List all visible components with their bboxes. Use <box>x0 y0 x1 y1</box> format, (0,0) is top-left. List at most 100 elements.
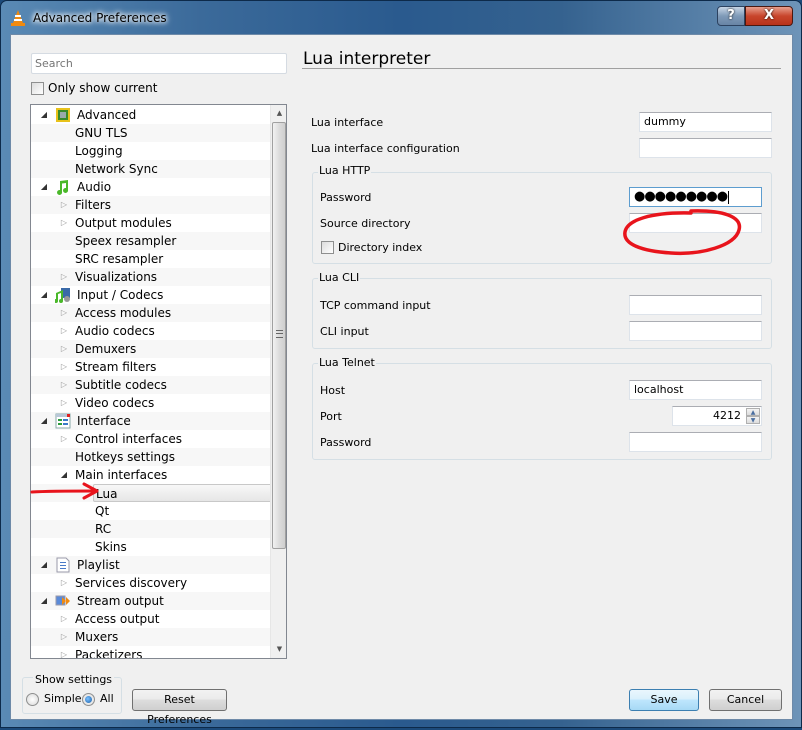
tree-item-gnu-tls[interactable]: GNU TLS <box>31 124 270 142</box>
text-caret <box>728 190 730 204</box>
telnet-port-spinbox[interactable]: 4212 ▲ ▼ <box>672 406 762 426</box>
tree-item-label: Qt <box>95 504 110 518</box>
tree-item-subtitle-codecs[interactable]: ▷ Subtitle codecs <box>31 376 270 394</box>
tree-item-filters[interactable]: ▷ Filters <box>31 196 270 214</box>
telnet-password-label: Password <box>320 436 372 449</box>
tree-item-label: Access output <box>75 612 160 626</box>
close-button[interactable]: X <box>745 6 793 26</box>
reset-preferences-button[interactable]: Reset Preferences <box>132 689 227 726</box>
tree-item-label: Hotkeys settings <box>75 450 175 464</box>
save-button[interactable]: Save <box>629 689 699 711</box>
tree-item-video-codecs[interactable]: ▷ Video codecs <box>31 394 270 412</box>
tree-item-stream-output[interactable]: ◢ Stream output <box>31 592 270 610</box>
expanded-arrow-icon[interactable]: ◢ <box>39 106 49 124</box>
collapsed-arrow-icon[interactable]: ▷ <box>59 358 69 376</box>
tree-item-label: SRC resampler <box>75 252 164 266</box>
only-show-current-checkbox[interactable] <box>31 82 44 95</box>
category-tree[interactable]: ◢ Advanced GNU TLS Logging Network Sync ◢ Audi… <box>30 104 287 659</box>
collapsed-arrow-icon[interactable]: ▷ <box>59 430 69 448</box>
tree-item-logging[interactable]: Logging <box>31 142 270 160</box>
cancel-button[interactable]: Cancel <box>709 689 782 711</box>
port-spin-buttons: ▲ ▼ <box>746 408 760 424</box>
tree-item-label: Advanced <box>77 108 137 122</box>
tree-item-interface[interactable]: ◢ Interface <box>31 412 270 430</box>
collapsed-arrow-icon[interactable]: ▷ <box>59 628 69 646</box>
collapsed-arrow-icon[interactable]: ▷ <box>59 340 69 358</box>
tree-item-input-codecs[interactable]: ◢ Input / Codecs <box>31 286 270 304</box>
collapsed-arrow-icon[interactable]: ▷ <box>59 304 69 322</box>
tree-item-label: Playlist <box>77 558 120 572</box>
tree-item-label: Interface <box>77 414 131 428</box>
tree-item-access-output[interactable]: ▷ Access output <box>31 610 270 628</box>
all-radio[interactable] <box>82 693 95 706</box>
tree-item-stream-filters[interactable]: ▷ Stream filters <box>31 358 270 376</box>
directory-index-checkbox[interactable] <box>321 241 334 254</box>
http-password-input[interactable]: ●●●●●●●●● <box>629 187 762 207</box>
collapsed-arrow-icon[interactable]: ▷ <box>59 610 69 628</box>
tree-item-packetizers[interactable]: ▷ Packetizers <box>31 646 270 658</box>
tree-item-services-discovery[interactable]: ▷ Services discovery <box>31 574 270 592</box>
telnet-password-input[interactable] <box>629 432 762 452</box>
tree-item-advanced[interactable]: ◢ Advanced <box>31 106 270 124</box>
lua-interface-input[interactable]: dummy <box>639 112 772 132</box>
expanded-arrow-icon[interactable]: ◢ <box>39 592 49 610</box>
collapsed-arrow-icon[interactable]: ▷ <box>59 214 69 232</box>
collapsed-arrow-icon[interactable]: ▷ <box>59 646 69 658</box>
telnet-port-value: 4212 <box>713 409 741 422</box>
tree-item-hotkeys-settings[interactable]: Hotkeys settings <box>31 448 270 466</box>
scrollbar-thumb[interactable] <box>272 122 286 549</box>
grip-icon <box>276 330 283 338</box>
tree-item-qt[interactable]: Qt <box>31 502 270 520</box>
simple-radio[interactable] <box>26 693 39 706</box>
tree-item-playlist[interactable]: ◢ Playlist <box>31 556 270 574</box>
title-bar[interactable]: Advanced Preferences ? X <box>1 1 801 33</box>
tree-item-label: Services discovery <box>75 576 188 590</box>
scroll-up-arrow-icon[interactable]: ▲ <box>271 105 286 122</box>
tree-item-label: Access modules <box>75 306 172 320</box>
collapsed-arrow-icon[interactable]: ▷ <box>59 268 69 286</box>
tree-item-network-sync[interactable]: Network Sync <box>31 160 270 178</box>
all-radio-label: All <box>100 692 114 705</box>
tree-item-label: Audio codecs <box>75 324 155 338</box>
tree-item-label: Input / Codecs <box>77 288 164 302</box>
scroll-down-arrow-icon[interactable]: ▼ <box>271 641 286 658</box>
collapsed-arrow-icon[interactable]: ▷ <box>59 376 69 394</box>
help-button[interactable]: ? <box>717 6 745 26</box>
tree-item-muxers[interactable]: ▷ Muxers <box>31 628 270 646</box>
title-divider <box>302 68 781 69</box>
only-show-current-label: Only show current <box>48 81 158 95</box>
tree-scrollbar[interactable]: ▲ ▼ <box>270 105 286 658</box>
lua-interface-config-input[interactable] <box>639 138 772 158</box>
spin-down-arrow-icon[interactable]: ▼ <box>746 416 760 424</box>
tree-item-src-resampler[interactable]: SRC resampler <box>31 250 270 268</box>
tree-item-audio[interactable]: ◢ Audio <box>31 178 270 196</box>
collapsed-arrow-icon[interactable]: ▷ <box>59 196 69 214</box>
playlist-icon <box>55 557 71 573</box>
collapsed-arrow-icon[interactable]: ▷ <box>59 394 69 412</box>
expanded-arrow-icon[interactable]: ◢ <box>39 412 49 430</box>
tree-item-skins[interactable]: Skins <box>31 538 270 556</box>
tree-item-control-interfaces[interactable]: ▷ Control interfaces <box>31 430 270 448</box>
tree-item-audio-codecs[interactable]: ▷ Audio codecs <box>31 322 270 340</box>
expanded-arrow-icon[interactable]: ◢ <box>39 286 49 304</box>
collapsed-arrow-icon[interactable]: ▷ <box>59 322 69 340</box>
expanded-arrow-icon[interactable]: ◢ <box>39 556 49 574</box>
telnet-host-input[interactable]: localhost <box>629 380 762 400</box>
lua-interface-config-label: Lua interface configuration <box>311 142 460 155</box>
tree-item-visualizations[interactable]: ▷ Visualizations <box>31 268 270 286</box>
tree-item-label: Output modules <box>75 216 172 230</box>
tree-item-output-modules[interactable]: ▷ Output modules <box>31 214 270 232</box>
search-input[interactable] <box>31 53 287 74</box>
expanded-arrow-icon[interactable]: ◢ <box>39 178 49 196</box>
tree-item-rc[interactable]: RC <box>31 520 270 538</box>
tree-item-access-modules[interactable]: ▷ Access modules <box>31 304 270 322</box>
source-directory-input[interactable] <box>629 213 762 233</box>
spin-up-arrow-icon[interactable]: ▲ <box>746 408 760 416</box>
tree-item-speex-resampler[interactable]: Speex resampler <box>31 232 270 250</box>
cli-input[interactable] <box>629 321 762 341</box>
tcp-command-input[interactable] <box>629 295 762 315</box>
collapsed-arrow-icon[interactable]: ▷ <box>59 574 69 592</box>
tree-item-demuxers[interactable]: ▷ Demuxers <box>31 340 270 358</box>
lua-http-legend: Lua HTTP <box>318 164 372 177</box>
tcp-command-input-label: TCP command input <box>320 299 431 312</box>
